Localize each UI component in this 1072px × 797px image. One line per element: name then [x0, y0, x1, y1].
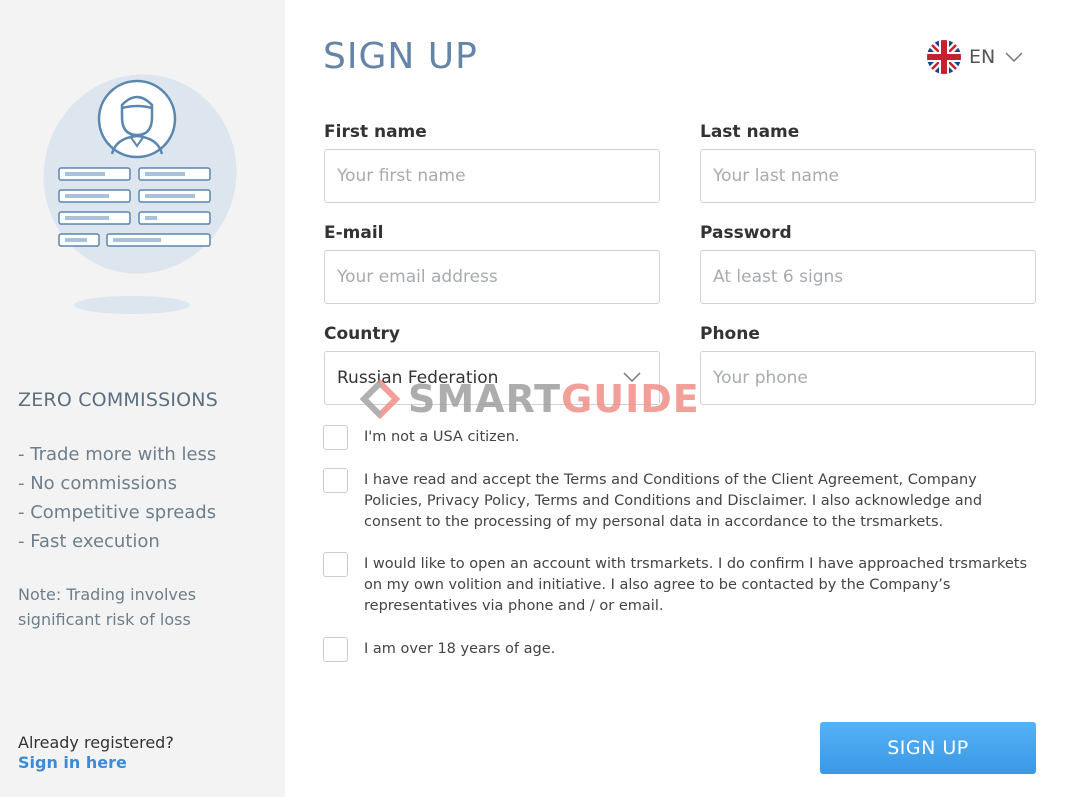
- email-input[interactable]: [324, 250, 660, 304]
- feature-item: - No commissions: [18, 473, 177, 494]
- sidebar-heading: ZERO COMMISSIONS: [18, 389, 218, 411]
- country-label: Country: [324, 324, 400, 344]
- phone-input[interactable]: [700, 351, 1036, 405]
- page-title: SIGN UP: [323, 36, 478, 77]
- last-name-input[interactable]: [700, 149, 1036, 203]
- checkbox-row-terms: I have read and accept the Terms and Con…: [323, 468, 1034, 533]
- phone-label: Phone: [700, 324, 760, 344]
- checkbox-label: I'm not a USA citizen.: [364, 429, 520, 445]
- feature-item: - Trade more with less: [18, 444, 217, 465]
- checkbox[interactable]: [323, 637, 348, 662]
- checkbox-label: I have read and accept the Terms and Con…: [364, 472, 983, 530]
- password-input[interactable]: [700, 250, 1036, 304]
- language-label: EN: [969, 46, 996, 68]
- checkbox[interactable]: [323, 552, 348, 577]
- last-name-label: Last name: [700, 122, 800, 142]
- country-select[interactable]: Russian Federation: [324, 351, 660, 405]
- checkbox-row-age: I am over 18 years of age.: [323, 637, 1034, 662]
- chevron-down-icon: [623, 372, 641, 382]
- checkbox[interactable]: [323, 425, 348, 450]
- chevron-down-icon: [1005, 52, 1023, 62]
- sign-in-link[interactable]: Sign in here: [18, 753, 127, 772]
- first-name-label: First name: [324, 122, 427, 142]
- feature-item: - Competitive spreads: [18, 502, 217, 523]
- feature-item: - Fast execution: [18, 531, 160, 552]
- email-label: E-mail: [324, 223, 384, 243]
- signup-illustration: [43, 74, 237, 314]
- already-registered-text: Already registered?: [18, 733, 174, 752]
- first-name-input[interactable]: [324, 149, 660, 203]
- checkbox-row-volition: I would like to open an account with trs…: [323, 552, 1034, 617]
- checkbox-label: I am over 18 years of age.: [364, 641, 556, 657]
- language-selector[interactable]: EN: [927, 40, 1023, 74]
- uk-flag-icon: [927, 40, 961, 74]
- country-value: Russian Federation: [337, 368, 499, 388]
- risk-note: Note: Trading involves significant risk …: [18, 585, 197, 629]
- sidebar: ZERO COMMISSIONS - Trade more with less …: [0, 0, 285, 797]
- feature-list: - Trade more with less - No commissions …: [18, 440, 216, 556]
- checkbox[interactable]: [323, 468, 348, 493]
- checkbox-row-not-usa: I'm not a USA citizen.: [323, 425, 1034, 450]
- checkbox-label: I would like to open an account with trs…: [364, 556, 1027, 614]
- sign-up-button[interactable]: SIGN UP: [820, 722, 1036, 774]
- password-label: Password: [700, 223, 792, 243]
